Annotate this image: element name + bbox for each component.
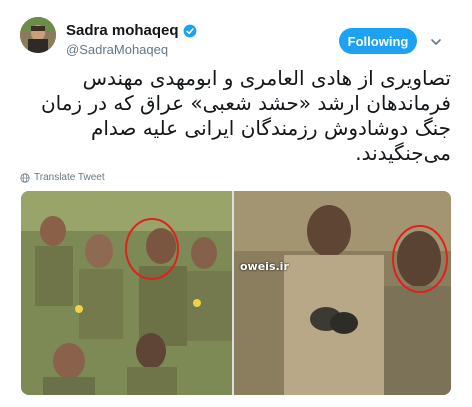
tweet-text-line: تصاویری از هادی العامری و ابومهدی مهندس <box>82 66 451 90</box>
verified-badge-icon <box>183 24 196 37</box>
tweet-text: تصاویری از هادی العامری و ابومهدی مهندس … <box>11 66 451 166</box>
translate-label: Translate Tweet <box>34 172 105 183</box>
tweet-text-line: فرماندهان ارشد «حشد شعبی» عراق که در زما… <box>40 91 451 115</box>
avatar[interactable] <box>20 17 56 53</box>
soldiers-photo-image <box>234 191 451 395</box>
author-info: Sadra mohaqeq @SadraMohaqeq <box>66 22 197 57</box>
media-grid: oweis.ir <box>21 191 451 395</box>
tweet-text-line: می‌جنگیدند. <box>355 141 451 165</box>
handle[interactable]: @SadraMohaqeq <box>66 42 197 57</box>
photo-left[interactable] <box>21 191 232 395</box>
tweet-text-line: جنگ دوشادوش رزمندگان ایرانی علیه صدام <box>90 116 451 140</box>
photo-right[interactable]: oweis.ir <box>234 191 451 395</box>
chevron-down-icon[interactable] <box>430 36 442 48</box>
globe-icon <box>20 172 30 183</box>
display-name[interactable]: Sadra mohaqeq <box>66 22 179 39</box>
tweet-card: Sadra mohaqeq @SadraMohaqeq Following تص… <box>0 0 472 407</box>
group-photo-image <box>21 191 232 395</box>
avatar-image <box>20 17 56 53</box>
translate-tweet-link[interactable]: Translate Tweet <box>20 172 105 183</box>
following-button[interactable]: Following <box>339 28 417 54</box>
watermark-text: oweis.ir <box>240 260 289 273</box>
